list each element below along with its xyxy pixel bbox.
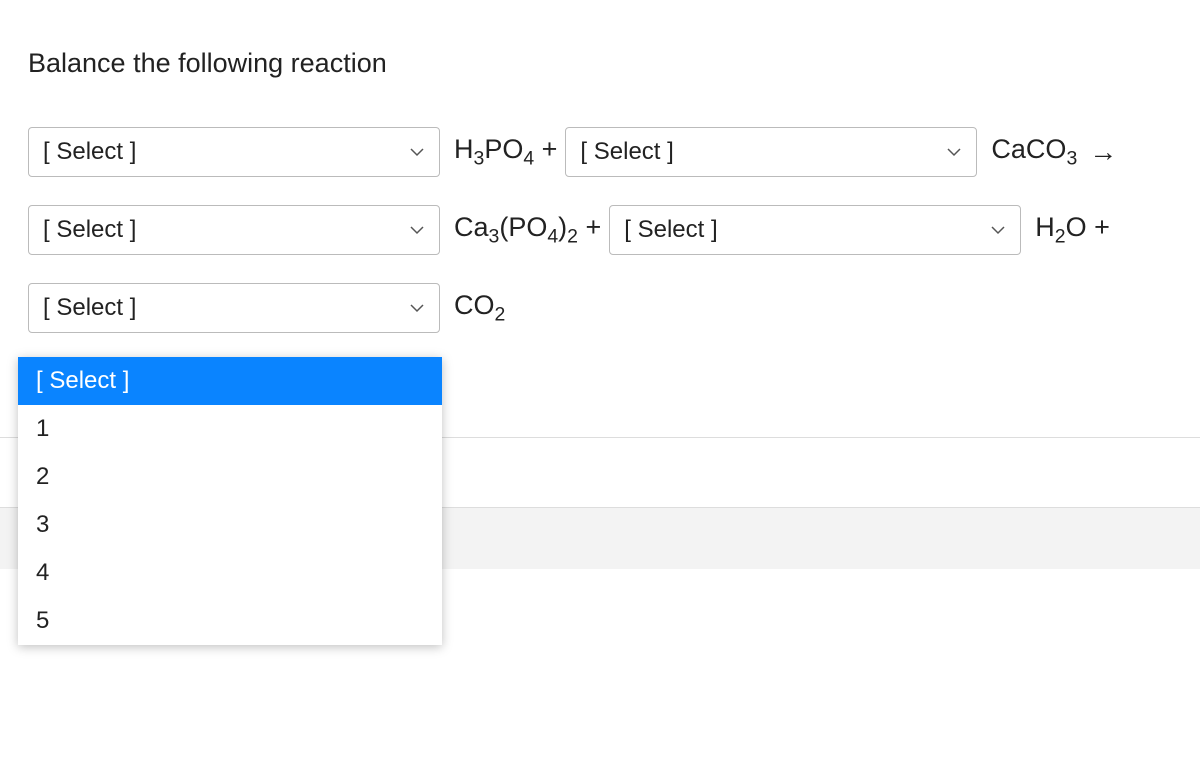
- chevron-down-icon: [409, 144, 425, 160]
- dropdown-option-placeholder[interactable]: [ Select ]: [18, 357, 442, 405]
- select-label: [ Select ]: [43, 294, 136, 322]
- formula-h2o: H2O +: [1027, 212, 1118, 248]
- formula-co2: CO2: [446, 290, 513, 326]
- formula-ca3po42: Ca3(PO4)2 +: [446, 212, 609, 248]
- formula-h3po4: H3PO4 +: [446, 134, 565, 170]
- chevron-down-icon: [946, 144, 962, 160]
- reaction-row-2: [ Select ] Ca3(PO4)2 + [ Select ] H2O +: [28, 205, 1172, 255]
- dropdown-option-2[interactable]: 2: [18, 453, 442, 501]
- formula-caco3: CaCO3: [983, 134, 1085, 170]
- reaction-row-1: [ Select ] H3PO4 + [ Select ] CaCO3 →: [28, 127, 1172, 177]
- reaction-arrow-icon: →: [1089, 136, 1117, 168]
- chevron-down-icon: [409, 300, 425, 316]
- dropdown-option-4[interactable]: 4: [18, 549, 442, 597]
- chevron-down-icon: [409, 222, 425, 238]
- coefficient-select-3[interactable]: [ Select ]: [28, 205, 440, 255]
- select-label: [ Select ]: [43, 138, 136, 166]
- dropdown-option-1[interactable]: 1: [18, 405, 442, 453]
- select-label: [ Select ]: [580, 138, 673, 166]
- dropdown-option-5[interactable]: 5: [18, 597, 442, 645]
- select-label: [ Select ]: [43, 216, 136, 244]
- chevron-down-icon: [990, 222, 1006, 238]
- reaction-row-3: [ Select ] CO2: [28, 283, 1172, 333]
- coefficient-select-4[interactable]: [ Select ]: [609, 205, 1021, 255]
- question-prompt: Balance the following reaction: [28, 48, 1172, 79]
- dropdown-panel: [ Select ] 1 2 3 4 5: [18, 357, 442, 645]
- coefficient-select-1[interactable]: [ Select ]: [28, 127, 440, 177]
- select-label: [ Select ]: [624, 216, 717, 244]
- coefficient-select-2[interactable]: [ Select ]: [565, 127, 977, 177]
- dropdown-option-3[interactable]: 3: [18, 501, 442, 549]
- coefficient-select-5[interactable]: [ Select ]: [28, 283, 440, 333]
